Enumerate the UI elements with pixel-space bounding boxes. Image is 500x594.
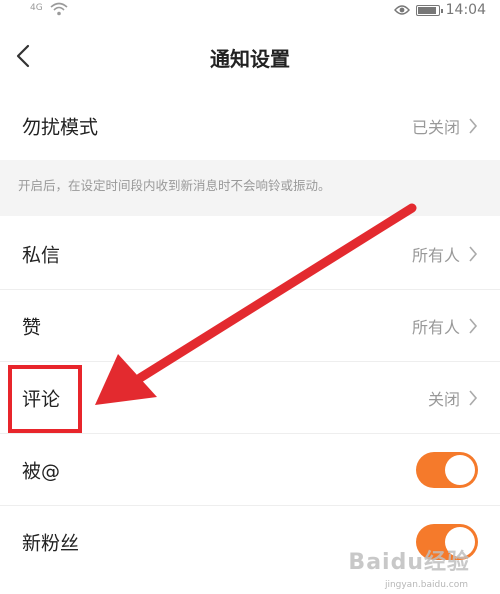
wifi-icon bbox=[50, 2, 68, 16]
setting-label: 新粉丝 bbox=[22, 532, 80, 555]
page-title: 通知设置 bbox=[210, 47, 290, 71]
setting-value: 所有人 bbox=[411, 246, 460, 265]
setting-row-likes[interactable]: 赞 所有人 bbox=[0, 290, 500, 362]
mentions-toggle[interactable] bbox=[416, 452, 478, 488]
setting-label: 被@ bbox=[22, 460, 61, 483]
chevron-right-icon bbox=[469, 118, 478, 134]
dnd-hint: 开启后，在设定时间段内收到新消息时不会响铃或振动。 bbox=[0, 160, 500, 216]
chevron-right-icon bbox=[469, 318, 478, 334]
watermark-logo: Baidu经验 bbox=[348, 550, 470, 575]
status-time: 14:04 bbox=[445, 2, 486, 18]
navigation-bar: 通知设置 bbox=[0, 30, 500, 82]
signal-icon: 4G bbox=[30, 3, 43, 13]
setting-row-mentions: 被@ bbox=[0, 434, 500, 506]
highlight-box bbox=[8, 365, 82, 433]
setting-value: 关闭 bbox=[427, 390, 460, 409]
setting-value: 所有人 bbox=[411, 318, 460, 337]
watermark-url: jingyan.baidu.com bbox=[384, 580, 468, 590]
chevron-right-icon bbox=[469, 246, 478, 262]
setting-label: 赞 bbox=[22, 316, 42, 339]
battery-icon bbox=[415, 4, 443, 16]
setting-row-dnd[interactable]: 勿扰模式 已关闭 bbox=[0, 90, 500, 162]
hint-text: 开启后，在设定时间段内收到新消息时不会响铃或振动。 bbox=[18, 178, 331, 193]
toggle-knob bbox=[445, 455, 475, 485]
eye-icon bbox=[393, 5, 410, 15]
setting-value: 已关闭 bbox=[411, 118, 460, 137]
setting-row-private-message[interactable]: 私信 所有人 bbox=[0, 218, 500, 290]
chevron-right-icon bbox=[469, 390, 478, 406]
setting-label: 私信 bbox=[22, 244, 61, 267]
status-bar: 4G 14:04 bbox=[0, 0, 500, 22]
setting-label: 勿扰模式 bbox=[22, 116, 99, 139]
